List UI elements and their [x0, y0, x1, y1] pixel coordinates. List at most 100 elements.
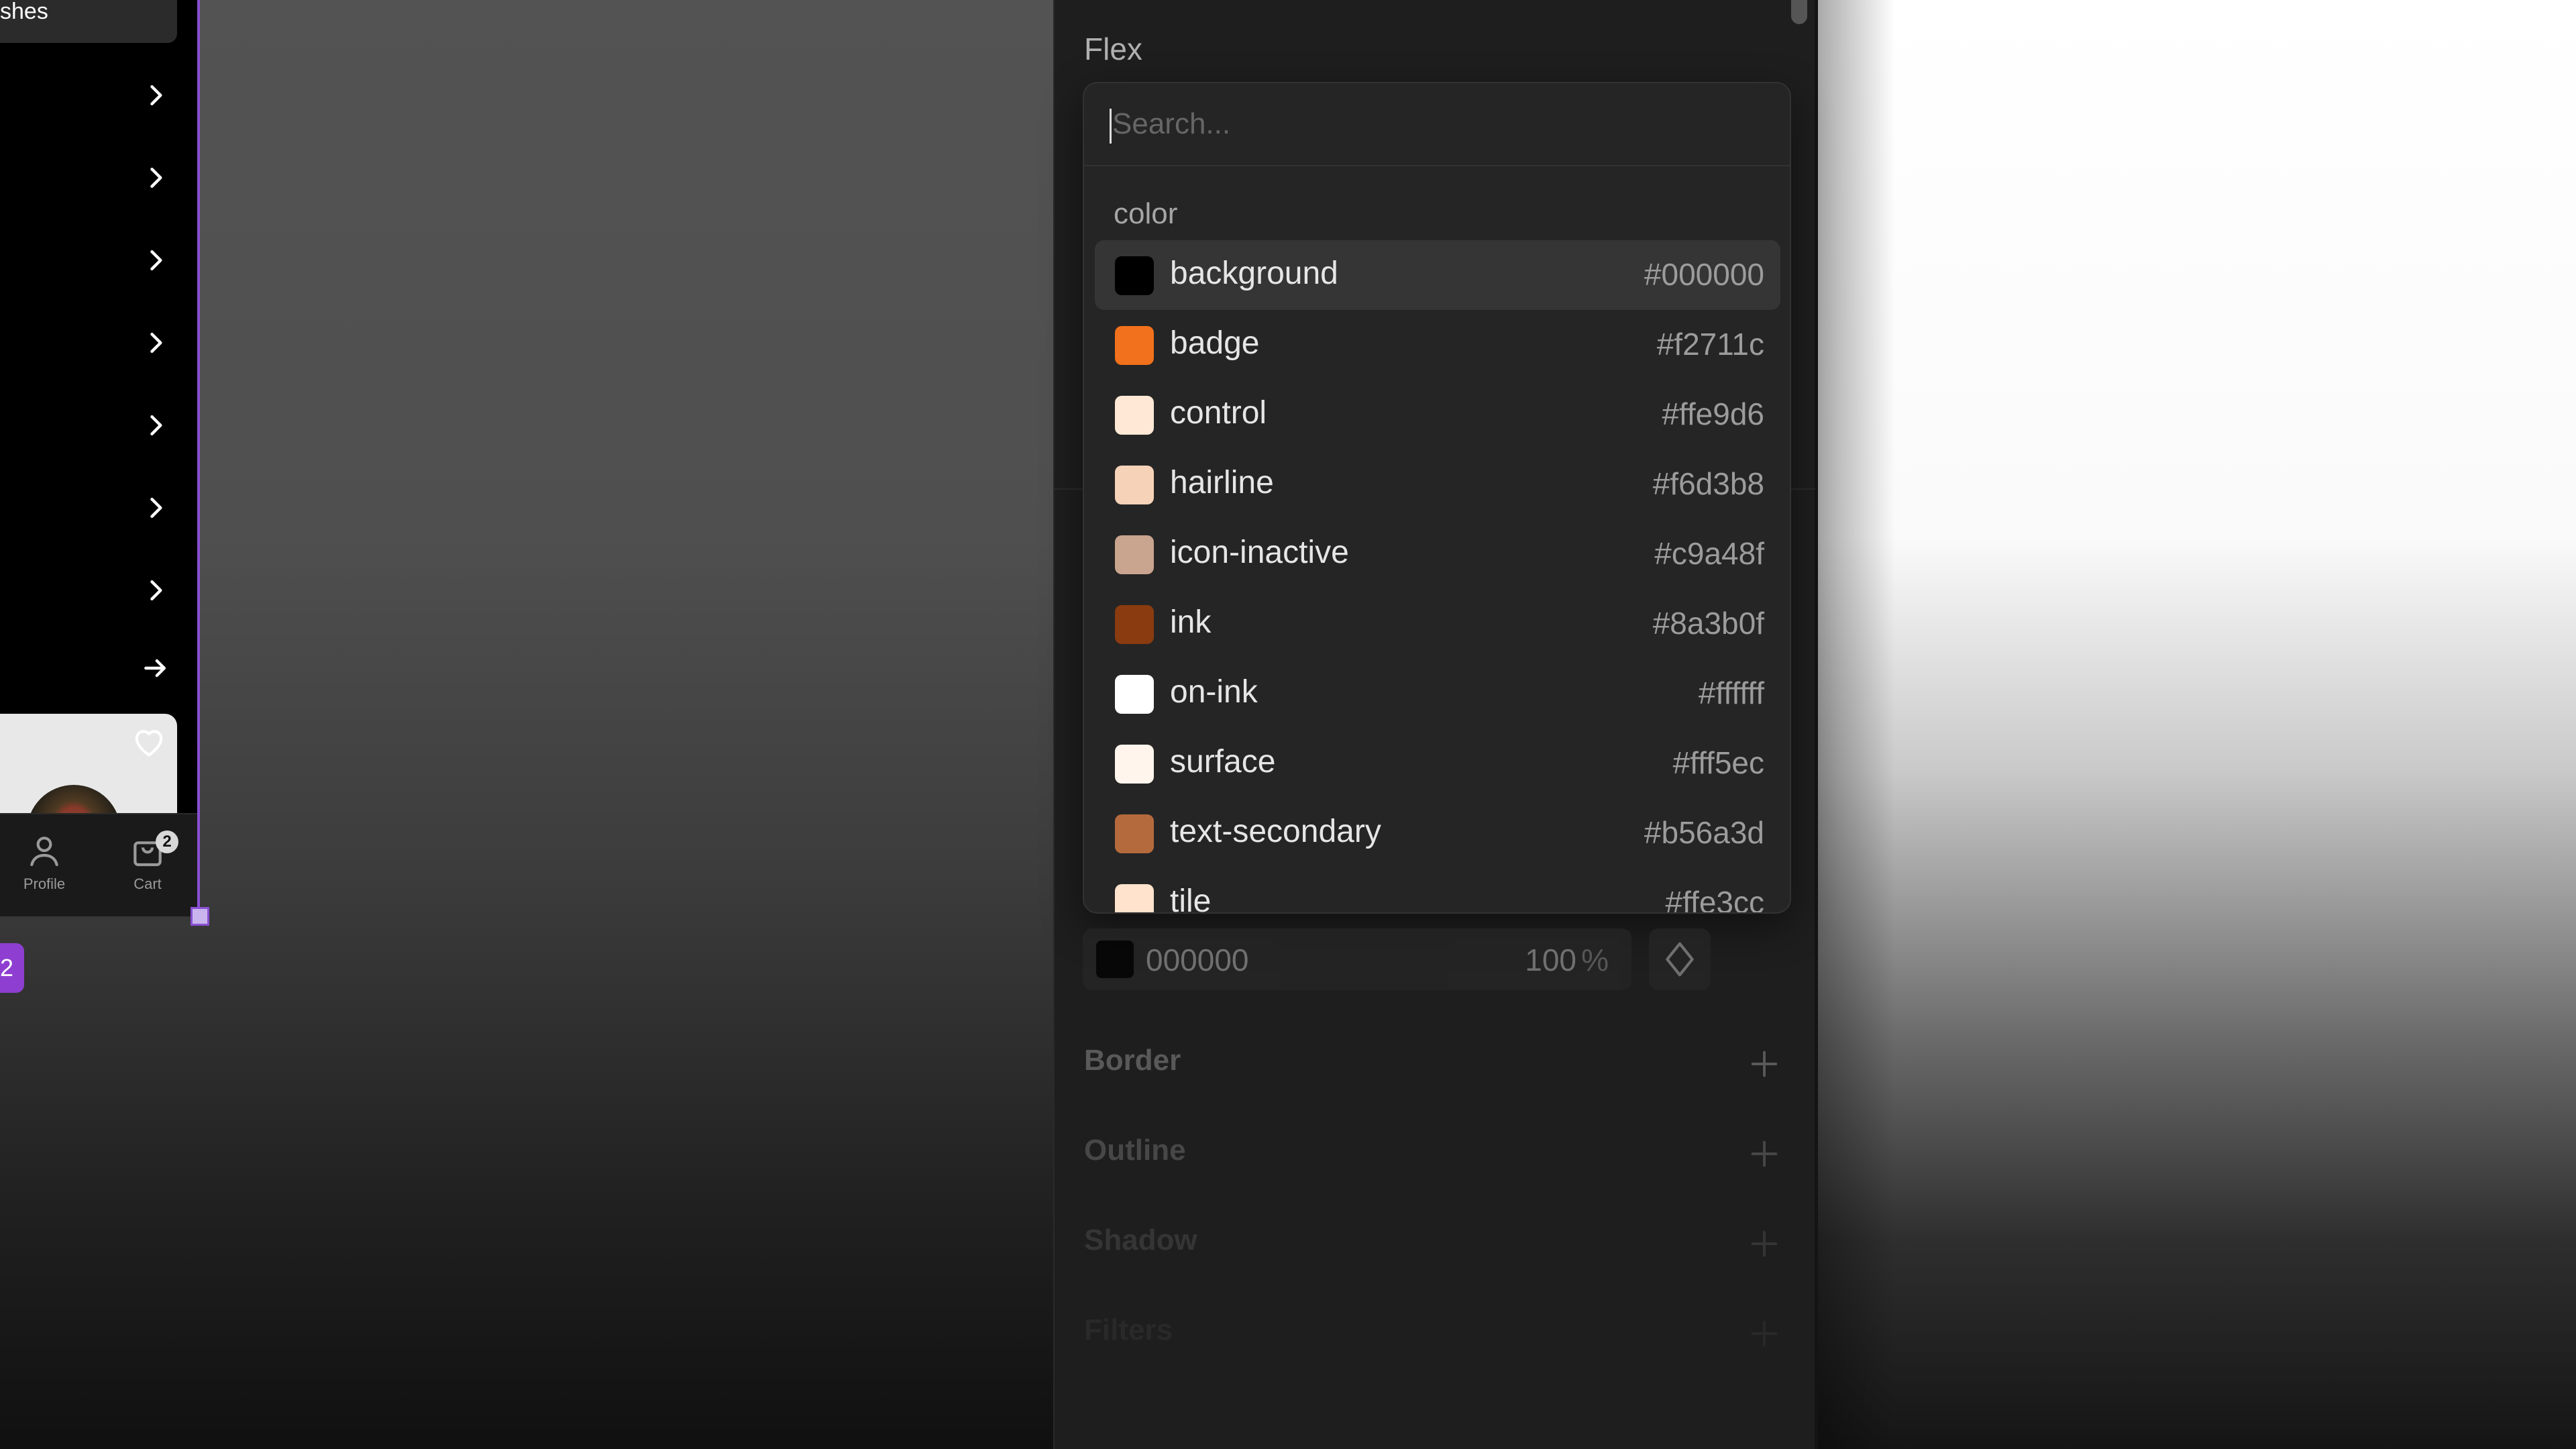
section-title: Border — [1084, 1044, 1181, 1077]
color-option-on-ink[interactable]: on-ink #ffffff — [1095, 659, 1780, 729]
color-hex: #ffe9d6 — [1662, 396, 1764, 431]
text-caret — [1110, 109, 1112, 144]
plus-icon[interactable] — [1747, 1136, 1782, 1171]
color-hex: #f6d3b8 — [1652, 466, 1764, 501]
phone-top-pill[interactable]: shes — [0, 0, 177, 43]
product-image — [27, 785, 121, 814]
fill-opacity-unit: % — [1581, 943, 1609, 977]
canvas-right-area — [1811, 0, 2576, 1449]
color-option-ink[interactable]: ink #8a3b0f — [1095, 589, 1780, 659]
chevron-right-icon — [150, 415, 162, 436]
list-row[interactable] — [0, 54, 197, 136]
phone-top-label: shes — [0, 0, 48, 24]
plus-icon[interactable] — [1747, 1046, 1782, 1081]
chevron-right-icon — [150, 497, 162, 519]
fill-opacity-value[interactable]: 100 — [1525, 942, 1576, 978]
color-swatch — [1115, 466, 1154, 504]
color-option-background[interactable]: background #000000 — [1095, 240, 1780, 310]
color-name: icon-inactive — [1170, 535, 1349, 570]
tab-profile[interactable]: Profile — [4, 832, 85, 912]
color-hex: #000000 — [1644, 257, 1764, 292]
color-option-tile[interactable]: tile #ffe3cc — [1095, 868, 1780, 914]
group-label: color — [1114, 197, 1178, 230]
fill-hex-value[interactable]: 000000 — [1146, 942, 1249, 978]
color-name: text-secondary — [1170, 814, 1381, 849]
color-hex: #fff5ec — [1672, 745, 1764, 780]
search-box — [1084, 83, 1790, 166]
list-row[interactable] — [0, 136, 197, 218]
heart-icon[interactable] — [130, 724, 168, 758]
color-name: on-ink — [1170, 674, 1258, 710]
color-name: control — [1170, 395, 1267, 431]
color-swatch — [1115, 884, 1154, 912]
color-swatch — [1115, 605, 1154, 644]
section-shadow[interactable]: Shadow — [1084, 1218, 1782, 1272]
product-card[interactable] — [0, 714, 177, 814]
resize-handle[interactable] — [191, 907, 209, 926]
section-border[interactable]: Border — [1084, 1038, 1782, 1092]
color-hex: #b56a3d — [1644, 815, 1764, 850]
color-hex: #8a3b0f — [1652, 606, 1764, 641]
color-option-hairline[interactable]: hairline #f6d3b8 — [1095, 449, 1780, 519]
color-name: hairline — [1170, 465, 1274, 500]
section-title: Shadow — [1084, 1224, 1197, 1256]
diamond-icon — [1666, 942, 1694, 977]
tab-cart[interactable]: 2 Cart — [107, 830, 188, 912]
list-row[interactable] — [0, 219, 197, 301]
color-hex: #c9a48f — [1654, 536, 1764, 571]
color-list: background #000000 badge #f2711c control… — [1095, 240, 1780, 914]
list-row[interactable] — [0, 549, 197, 631]
color-name: ink — [1170, 604, 1212, 640]
chevron-right-icon — [150, 167, 162, 189]
section-outline[interactable]: Outline — [1084, 1128, 1782, 1182]
color-swatch — [1115, 396, 1154, 435]
frame-tag[interactable]: 2 — [0, 943, 24, 993]
fill-swatch[interactable] — [1096, 941, 1134, 978]
section-title: Filters — [1084, 1313, 1173, 1346]
chevron-right-icon — [150, 332, 162, 354]
color-hex: #ffe3cc — [1665, 885, 1764, 914]
cart-badge: 2 — [156, 830, 178, 853]
color-option-text-secondary[interactable]: text-secondary #b56a3d — [1095, 798, 1780, 868]
person-icon — [30, 837, 58, 867]
list-row[interactable] — [0, 384, 197, 466]
panel-shadow — [1815, 0, 1895, 1449]
section-title-flex: Flex — [1084, 32, 1142, 66]
color-swatch — [1115, 745, 1154, 784]
chevron-right-icon — [150, 250, 162, 271]
tab-bar: Profile 2 Cart — [0, 813, 197, 916]
color-name: background — [1170, 256, 1338, 291]
arrow-right-icon — [144, 659, 166, 678]
panel-scrollbar[interactable] — [1791, 0, 1807, 24]
fill-color-field[interactable]: 000000 100 % — [1083, 928, 1631, 990]
color-swatch — [1115, 814, 1154, 853]
color-swatch — [1115, 326, 1154, 365]
color-option-badge[interactable]: badge #f2711c — [1095, 310, 1780, 380]
color-swatch — [1115, 675, 1154, 714]
color-option-control[interactable]: control #ffe9d6 — [1095, 380, 1780, 449]
color-swatch — [1115, 535, 1154, 574]
color-hex: #ffffff — [1698, 676, 1764, 710]
section-title: Outline — [1084, 1134, 1186, 1167]
plus-icon[interactable] — [1747, 1316, 1782, 1351]
color-token-dropdown: color background #000000 badge #f2711c c… — [1083, 82, 1791, 914]
color-name: tile — [1170, 883, 1212, 914]
plus-icon[interactable] — [1747, 1226, 1782, 1261]
color-swatch — [1115, 256, 1154, 295]
list-row[interactable] — [0, 466, 197, 548]
search-input[interactable] — [1108, 102, 1756, 146]
section-filters[interactable]: Filters — [1084, 1308, 1782, 1362]
color-name: surface — [1170, 744, 1276, 780]
chevron-right-icon — [150, 85, 162, 106]
tab-label: Cart — [133, 875, 162, 892]
tab-label: Profile — [23, 875, 66, 892]
color-option-icon-inactive[interactable]: icon-inactive #c9a48f — [1095, 519, 1780, 589]
phone-frame[interactable]: shes Profile 2 Cart — [0, 0, 200, 916]
chevron-right-icon — [150, 580, 162, 601]
color-token-button[interactable] — [1649, 928, 1711, 990]
color-name: badge — [1170, 325, 1260, 361]
color-hex: #f2711c — [1656, 327, 1764, 362]
color-option-surface[interactable]: surface #fff5ec — [1095, 729, 1780, 798]
list-row[interactable] — [0, 301, 197, 383]
list-row[interactable] — [0, 627, 197, 708]
